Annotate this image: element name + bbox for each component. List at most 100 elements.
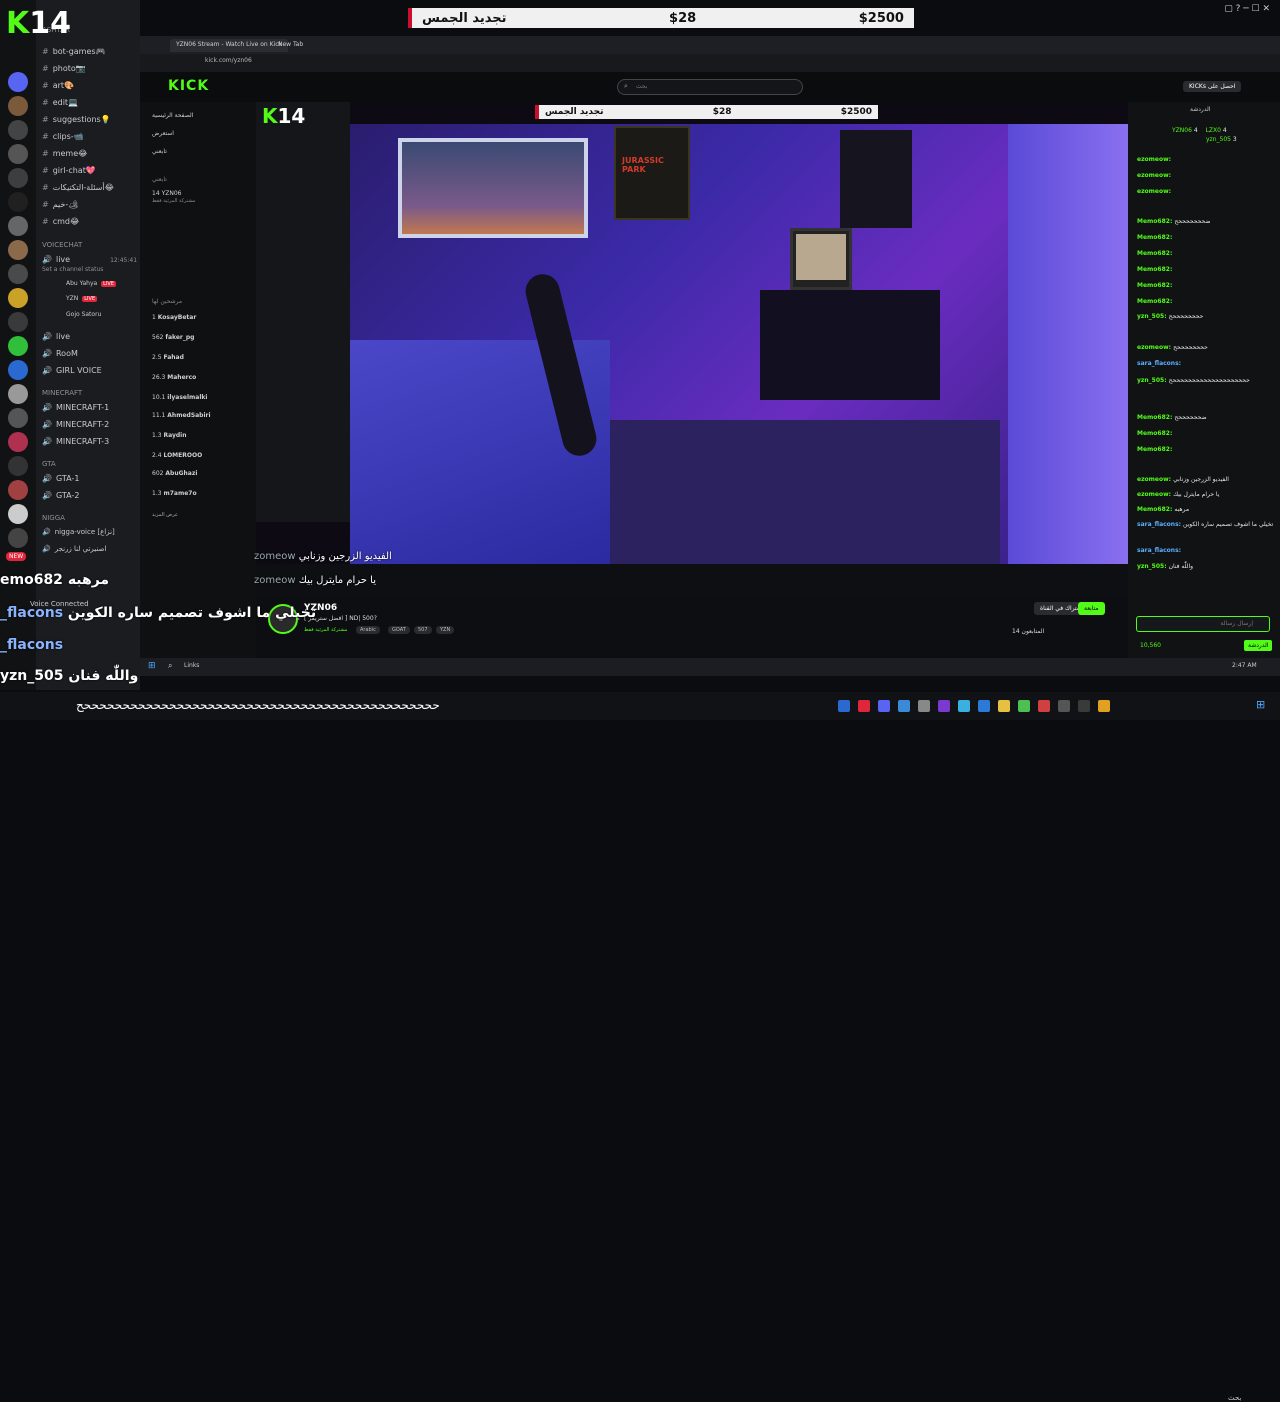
chat-message[interactable]: sara_flacons:: [1137, 360, 1183, 367]
app-icon[interactable]: [958, 700, 970, 712]
chat-message[interactable]: yzn_505: ححححححححححححححححححححح: [1137, 377, 1250, 384]
app-icon[interactable]: [858, 700, 870, 712]
app-icon[interactable]: [1018, 700, 1030, 712]
category-gta[interactable]: GTA: [42, 460, 56, 468]
chat-message[interactable]: yzn_505: واللّٰه فنان: [1137, 563, 1193, 570]
chat-message[interactable]: ezomeow: ححححححححح: [1137, 344, 1208, 351]
channel-item[interactable]: # خيم-🏕: [42, 200, 78, 209]
recommended-item[interactable]: 10.1 ilyaselmalki: [152, 394, 207, 401]
channel-item[interactable]: # edit💻: [42, 98, 78, 107]
category-voicechat[interactable]: VOICECHAT: [42, 241, 82, 249]
chat-message[interactable]: Memo682:: [1137, 446, 1174, 453]
recommended-item[interactable]: 1 KosayBetar: [152, 314, 196, 321]
server-icon[interactable]: [8, 144, 28, 164]
recommended-item[interactable]: 562 faker_pg: [152, 334, 194, 341]
voice-channel[interactable]: 🔊 MINECRAFT-1: [42, 403, 109, 412]
voice-channel[interactable]: 🔊 اصنيرتي لنا زرنجر: [42, 545, 106, 553]
nav-home[interactable]: الصفحة الرئيسية: [152, 112, 193, 119]
chat-send-button[interactable]: الدردشة: [1244, 640, 1273, 651]
explorer-icon[interactable]: [998, 700, 1010, 712]
channel-item[interactable]: # suggestions💡: [42, 115, 111, 124]
url-text[interactable]: kick.com/yzn06: [205, 57, 252, 64]
app-icon[interactable]: [918, 700, 930, 712]
chat-message[interactable]: Memo682: مرهبه: [1137, 506, 1189, 513]
channel-item[interactable]: # clips-📹: [42, 132, 84, 141]
voice-channel[interactable]: 🔊 RooM: [42, 349, 78, 358]
stream-tag[interactable]: GOAT: [388, 626, 410, 634]
server-icon[interactable]: [8, 192, 28, 212]
chat-message[interactable]: Memo682:: [1137, 234, 1174, 241]
server-icon[interactable]: [8, 432, 28, 452]
category-minecraft[interactable]: MINECRAFT: [42, 389, 82, 397]
recommended-item[interactable]: 26.3 Maherco: [152, 374, 196, 381]
tab-new[interactable]: New Tab: [272, 39, 309, 52]
chat-message[interactable]: Memo682:: [1137, 282, 1174, 289]
server-icon[interactable]: [8, 72, 28, 92]
app-icon[interactable]: [1078, 700, 1090, 712]
stream-category[interactable]: مشتركة المرئية فقط: [300, 626, 351, 634]
chat-message[interactable]: Memo682: ضحححححححح: [1137, 218, 1210, 225]
chat-message[interactable]: ezomeow:: [1137, 188, 1173, 195]
app-icon[interactable]: [838, 700, 850, 712]
stream-tag[interactable]: 507: [414, 626, 432, 634]
chrome-icon[interactable]: [1038, 700, 1050, 712]
channel-item[interactable]: # cmd😂: [42, 217, 79, 226]
windows-icon[interactable]: ⊞: [1256, 698, 1265, 711]
show-more-button[interactable]: عرض المزيد: [152, 512, 178, 518]
category-nigga[interactable]: nigga: [42, 514, 65, 522]
search-input[interactable]: ⌕ بحث: [617, 79, 803, 95]
steam-icon[interactable]: [898, 700, 910, 712]
recommended-item[interactable]: 602 AbuGhazi: [152, 470, 197, 477]
channel-item[interactable]: # girl-chat💖: [42, 166, 96, 175]
server-icon[interactable]: [8, 336, 28, 356]
server-icon[interactable]: [8, 168, 28, 188]
server-icon[interactable]: [8, 384, 28, 404]
chat-message[interactable]: Memo682:: [1137, 298, 1174, 305]
chat-message[interactable]: ezomeow:: [1137, 156, 1173, 163]
voice-channel[interactable]: 🔊 nigga-voice [نزاع]: [42, 528, 115, 536]
server-icon[interactable]: [8, 120, 28, 140]
chat-message[interactable]: sara_flacons:: [1137, 547, 1183, 554]
nav-following[interactable]: تابعني: [152, 148, 167, 155]
clock[interactable]: 2:47 AM: [1232, 662, 1257, 669]
app-icon[interactable]: [1098, 700, 1110, 712]
recommended-item[interactable]: 1.3 Raydin: [152, 432, 187, 439]
recommended-item[interactable]: 2.5 Fahad: [152, 354, 184, 361]
server-icon[interactable]: [8, 96, 28, 116]
chat-message[interactable]: Memo682:: [1137, 250, 1174, 257]
voice-channel-live[interactable]: 🔊 live 12:45:41: [42, 255, 137, 264]
taskbar-search[interactable]: بحث: [1228, 1394, 1241, 1402]
channel-item[interactable]: # bot-games🎮: [42, 47, 106, 56]
chat-message[interactable]: ezomeow:: [1137, 172, 1173, 179]
voice-channel[interactable]: 🔊 MINECRAFT-2: [42, 420, 109, 429]
get-kicks-button[interactable]: KICKs احصل على: [1183, 81, 1242, 92]
chat-message[interactable]: yzn_505: ححححححححح: [1137, 313, 1203, 320]
voice-channel[interactable]: 🔊 live: [42, 332, 70, 341]
window-controls[interactable]: ▢ ? ─ ☐ ✕: [1224, 4, 1270, 14]
server-icon[interactable]: [8, 240, 28, 260]
voice-channel[interactable]: 🔊 GTA-1: [42, 474, 79, 483]
channel-item[interactable]: # art🎨: [42, 81, 74, 90]
kick-logo[interactable]: KICK: [168, 78, 209, 94]
server-icon[interactable]: [8, 480, 28, 500]
chat-message[interactable]: Memo682:: [1137, 266, 1174, 273]
voice-channel[interactable]: 🔊 GIRL VOICE: [42, 366, 102, 375]
follow-button[interactable]: متابعة: [1078, 602, 1105, 615]
address-bar[interactable]: [140, 54, 1280, 72]
nav-browse[interactable]: استعرض: [152, 130, 174, 137]
channel-item[interactable]: # meme😂: [42, 149, 87, 158]
server-icon[interactable]: [8, 504, 28, 524]
voice-user[interactable]: Abu Yahya LIVE: [66, 280, 117, 287]
server-icon[interactable]: [8, 312, 28, 332]
chat-message[interactable]: Memo682: ضححححححح: [1137, 414, 1207, 421]
server-icon[interactable]: [8, 360, 28, 380]
voice-user[interactable]: Gojo Satoru: [66, 311, 101, 318]
channel-item[interactable]: # أسئلة-التكتيكات😂: [42, 183, 114, 192]
chat-message[interactable]: ezomeow: يا حرام مايترل بيك: [1137, 491, 1219, 498]
channel-item[interactable]: # photo📷: [42, 64, 86, 73]
app-icon[interactable]: [1058, 700, 1070, 712]
server-icon[interactable]: [8, 456, 28, 476]
server-icon[interactable]: [8, 288, 28, 308]
edge-icon[interactable]: [978, 700, 990, 712]
server-icon[interactable]: [8, 408, 28, 428]
